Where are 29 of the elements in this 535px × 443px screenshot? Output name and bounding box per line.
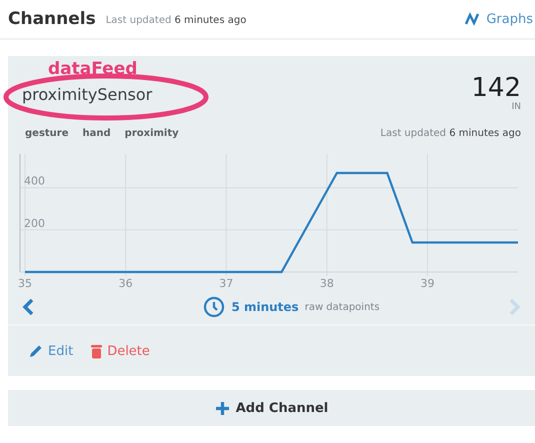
previous-button[interactable] [22,298,34,316]
delete-button[interactable]: Delete [91,344,150,358]
line-chart-icon [464,12,480,26]
page-title: Channels [8,9,96,29]
x-axis-label: 38 [320,277,334,290]
edit-button[interactable]: Edit [28,344,74,358]
pencil-icon [28,344,43,358]
channel-tag[interactable]: proximity [124,128,179,138]
last-updated-text: Last updated 6 minutes ago [380,128,521,138]
channel-name: proximitySensor [22,85,152,104]
graphs-link[interactable]: Graphs [464,12,533,26]
datapoints-mode-label: raw datapoints [304,302,380,312]
channel-unit: IN [512,102,521,112]
x-axis-label: 35 [18,277,32,290]
time-range-selector[interactable]: 5 minutes [231,300,299,314]
channel-value: 142 [471,74,521,102]
channel-tag[interactable]: hand [82,128,111,138]
plus-icon [214,400,230,416]
x-axis-label: 37 [219,277,234,290]
channel-tag[interactable]: gesture [25,128,69,138]
annotation-label: dataFeed [48,60,138,78]
x-axis-label: 39 [420,277,434,290]
add-channel-button[interactable]: Add Channel [8,390,535,426]
y-axis-label: 400 [24,174,45,188]
trash-icon [91,344,102,358]
x-axis-label: 36 [118,277,133,290]
clock-icon [203,296,226,318]
y-axis-label: 200 [24,216,45,230]
last-updated-text: Last updated 6 minutes ago [106,15,246,26]
